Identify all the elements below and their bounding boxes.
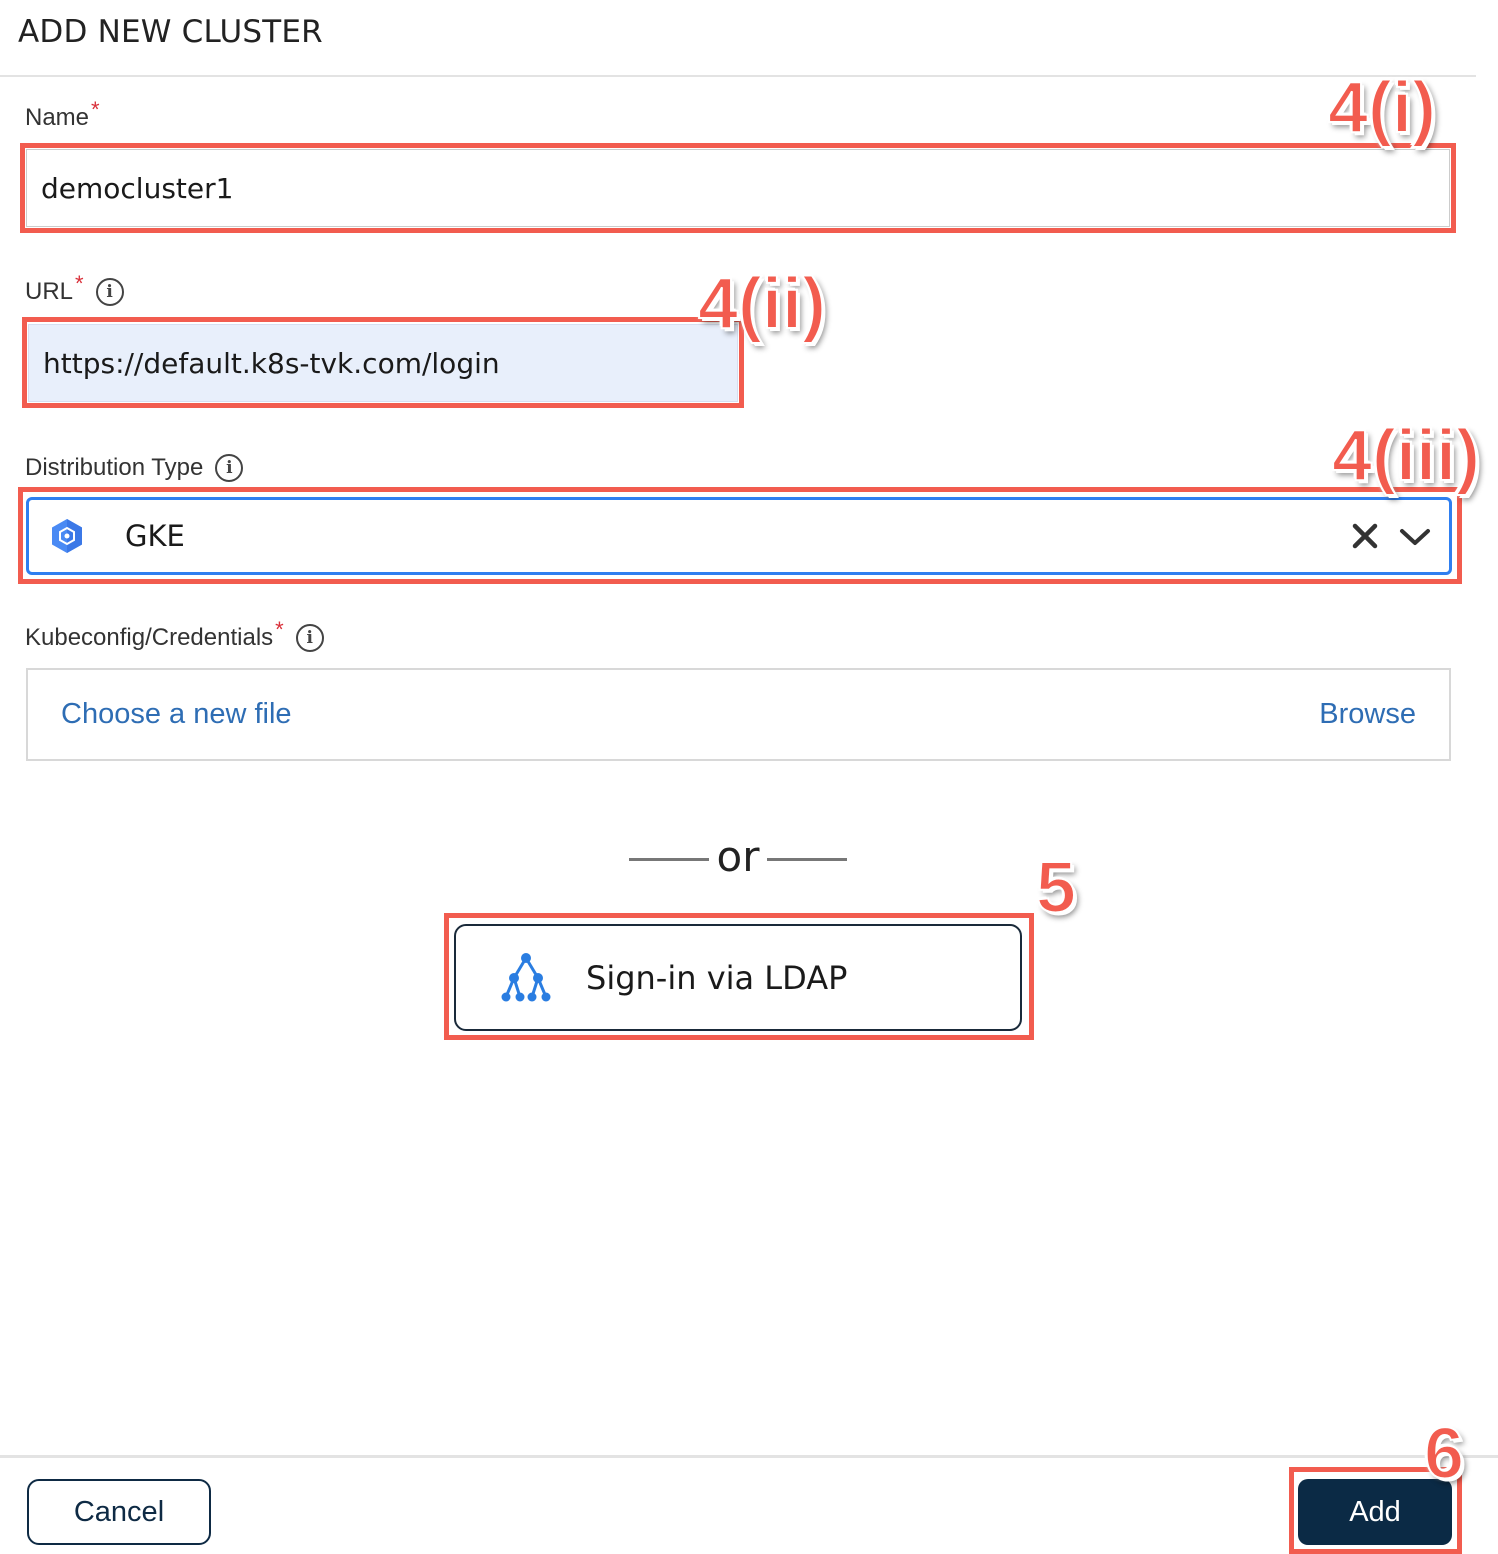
add-cluster-dialog: ADD NEW CLUSTER Name * democluster1 URL … bbox=[0, 0, 1498, 1554]
kubeconfig-required-mark: * bbox=[275, 617, 284, 642]
or-divider-line-right bbox=[767, 858, 847, 861]
or-divider: or bbox=[629, 832, 847, 884]
kubeconfig-info-icon[interactable]: i bbox=[295, 624, 324, 652]
name-label-text: Name bbox=[25, 104, 90, 131]
choose-file-placeholder[interactable]: Choose a new file bbox=[61, 698, 292, 731]
annotation-label-distribution: 4(iii) bbox=[1331, 416, 1481, 496]
url-label-text: URL bbox=[25, 278, 74, 305]
url-label: URL * i bbox=[25, 271, 124, 306]
annotation-label-name: 4(i) bbox=[1327, 68, 1437, 148]
kubeconfig-label: Kubeconfig/Credentials * i bbox=[25, 617, 324, 652]
annotation-label-add: 6 bbox=[1423, 1414, 1465, 1494]
annotation-label-url: 4(ii) bbox=[697, 264, 827, 344]
name-label: Name * bbox=[25, 97, 100, 132]
or-divider-text: or bbox=[716, 832, 760, 881]
kubeconfig-file-input[interactable]: Choose a new file Browse bbox=[26, 668, 1451, 761]
name-required-mark: * bbox=[91, 97, 100, 122]
annotation-label-ldap: 5 bbox=[1035, 848, 1077, 928]
url-required-mark: * bbox=[75, 271, 84, 296]
url-info-icon[interactable]: i bbox=[95, 278, 124, 306]
annotation-box-name bbox=[20, 143, 1456, 233]
cancel-button[interactable]: Cancel bbox=[27, 1479, 211, 1545]
browse-button[interactable]: Browse bbox=[1319, 698, 1416, 731]
footer-divider bbox=[0, 1455, 1498, 1458]
annotation-box-distribution bbox=[18, 487, 1462, 584]
annotation-box-ldap bbox=[444, 913, 1034, 1040]
or-divider-line-left bbox=[629, 858, 709, 861]
distribution-info-icon[interactable]: i bbox=[215, 454, 244, 482]
dialog-title: ADD NEW CLUSTER bbox=[18, 14, 323, 50]
annotation-box-url bbox=[22, 317, 744, 408]
distribution-type-label: Distribution Type i bbox=[25, 454, 244, 482]
kubeconfig-label-text: Kubeconfig/Credentials bbox=[25, 624, 274, 651]
header-divider bbox=[0, 75, 1476, 77]
distribution-type-label-text: Distribution Type bbox=[25, 454, 204, 481]
